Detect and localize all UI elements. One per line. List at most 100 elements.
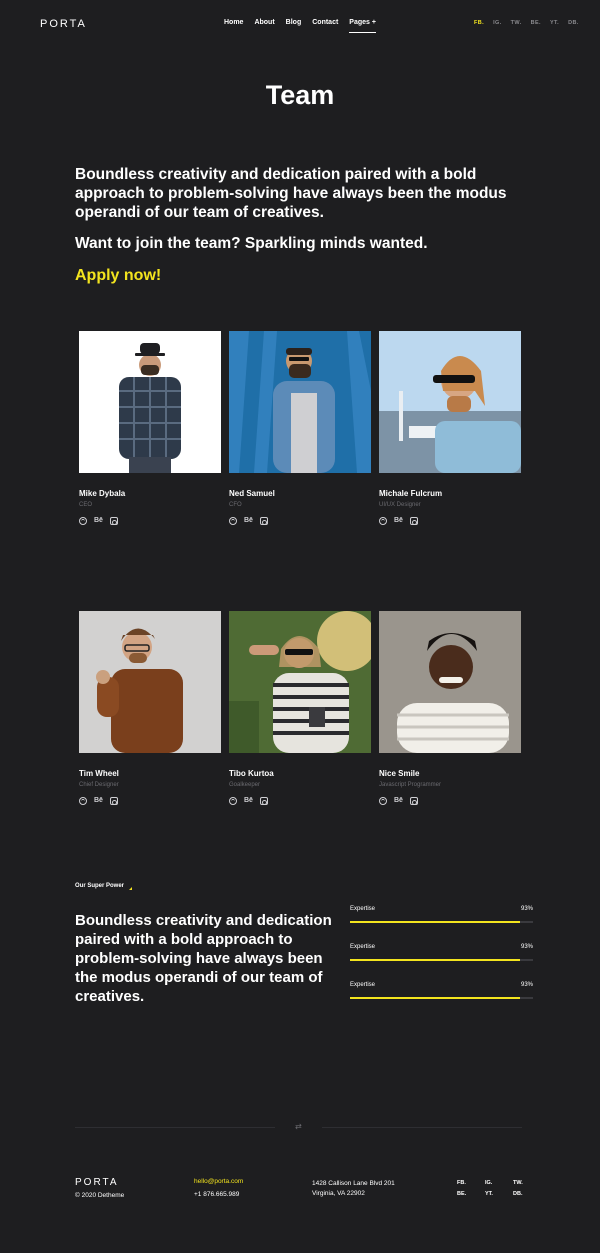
team-social: Bē [379, 797, 521, 805]
behance-icon[interactable]: Bē [394, 517, 403, 525]
footer-phone: +1 876.665.989 [194, 1191, 240, 1198]
skill-percent: 93% [520, 906, 533, 912]
footer-divider [322, 1127, 522, 1128]
team-name: Mike Dybala [79, 489, 126, 498]
superpower-text: Boundless creativity and dedication pair… [75, 912, 332, 1005]
instagram-icon[interactable] [259, 797, 268, 805]
superpower-label: Our Super Power [75, 883, 133, 890]
skill-track [350, 959, 533, 961]
footer-address: 1428 Callison Lane Blvd 201 Virginia, VA… [312, 1179, 395, 1199]
team-photo[interactable] [229, 331, 371, 473]
nav-pages-label: Pages [349, 19, 370, 26]
team-photo[interactable] [379, 331, 521, 473]
behance-icon[interactable]: Bē [244, 797, 253, 805]
team-role: CFO [229, 502, 242, 508]
instagram-icon[interactable] [409, 517, 418, 525]
skill-percent: 93% [520, 982, 533, 988]
skill-fill [350, 959, 521, 961]
social-db[interactable]: DB. [513, 1191, 533, 1197]
team-card: Ned Samuel CFO Bē [229, 331, 371, 525]
team-card: Tibo Kurtoa Goalkeeper Bē [229, 611, 371, 805]
footer-email[interactable]: hello@porta.com [194, 1178, 243, 1185]
team-name: Tim Wheel [79, 769, 119, 778]
social-tw[interactable]: TW. [513, 1180, 533, 1186]
team-role: Javascript Programmer [379, 782, 442, 788]
team-name: Nice Smile [379, 769, 420, 778]
social-yt[interactable]: YT. [550, 20, 559, 26]
skill-track [350, 997, 533, 999]
nav-blog[interactable]: Blog [286, 19, 302, 33]
social-be[interactable]: BE. [531, 20, 541, 26]
team-photo[interactable] [229, 611, 371, 753]
skill-label: Expertise [350, 906, 376, 912]
nav-about[interactable]: About [254, 19, 274, 33]
skill-bar: Expertise 93% [350, 944, 533, 982]
address-line: Virginia, VA 22902 [312, 1190, 365, 1197]
intro-text: Boundless creativity and dedication pair… [75, 166, 507, 221]
swap-icon: ⇄ [295, 1122, 302, 1131]
team-name: Michale Fulcrum [379, 489, 443, 498]
instagram-icon[interactable] [109, 797, 118, 805]
social-yt[interactable]: YT. [485, 1191, 513, 1197]
skill-bar: Expertise 93% [350, 982, 533, 1020]
skill-fill [350, 921, 521, 923]
site-header: PORTA Home About Blog Contact Pages + FB.… [0, 0, 600, 48]
footer-divider [75, 1127, 275, 1128]
team-photo[interactable] [379, 611, 521, 753]
team-role: Goalkeeper [229, 782, 261, 788]
team-photo[interactable] [79, 611, 221, 753]
dribbble-icon[interactable] [379, 797, 387, 805]
nav-home[interactable]: Home [224, 19, 243, 33]
dribbble-icon[interactable] [229, 517, 237, 525]
social-tw[interactable]: TW. [511, 20, 522, 26]
instagram-icon[interactable] [409, 797, 418, 805]
skill-percent: 93% [520, 944, 533, 950]
team-social: Bē [79, 797, 221, 805]
skill-label: Expertise [350, 982, 376, 988]
footer-logo[interactable]: PORTA [75, 1177, 119, 1188]
apply-link[interactable]: Apply now! [75, 267, 161, 285]
plus-icon: + [371, 19, 377, 26]
page-title: Team [265, 80, 335, 110]
behance-icon[interactable]: Bē [94, 517, 103, 525]
team-social: Bē [229, 517, 371, 525]
team-card: Nice Smile Javascript Programmer Bē [379, 611, 521, 805]
team-grid: Mike Dybala CEO Bē Ned Samuel CFO Bē Mic… [79, 331, 522, 805]
main-nav: Home About Blog Contact Pages + [224, 19, 377, 33]
social-ig[interactable]: IG. [485, 1180, 513, 1186]
logo[interactable]: PORTA [40, 18, 87, 30]
instagram-icon[interactable] [109, 517, 118, 525]
social-be[interactable]: BE. [457, 1191, 485, 1197]
team-photo[interactable] [79, 331, 221, 473]
social-ig[interactable]: IG. [493, 20, 502, 26]
team-card: Tim Wheel Chief Designer Bē [79, 611, 221, 805]
nav-contact[interactable]: Contact [312, 19, 338, 33]
social-db[interactable]: DB. [568, 20, 579, 26]
team-social: Bē [229, 797, 371, 805]
team-role: UI/UX Designer [379, 502, 421, 508]
behance-icon[interactable]: Bē [394, 797, 403, 805]
team-social: Bē [79, 517, 221, 525]
social-fb[interactable]: FB. [474, 20, 484, 26]
skill-bars: Expertise 93% Expertise 93% Expertise 93… [350, 906, 533, 1020]
behance-icon[interactable]: Bē [94, 797, 103, 805]
team-name: Tibo Kurtoa [229, 769, 274, 778]
skill-bar: Expertise 93% [350, 906, 533, 944]
dribbble-icon[interactable] [229, 797, 237, 805]
instagram-icon[interactable] [259, 517, 268, 525]
skill-fill [350, 997, 521, 999]
dribbble-icon[interactable] [79, 517, 87, 525]
address-line: 1428 Callison Lane Blvd 201 [312, 1180, 395, 1187]
behance-icon[interactable]: Bē [244, 517, 253, 525]
nav-pages[interactable]: Pages + [349, 19, 377, 33]
dribbble-icon[interactable] [79, 797, 87, 805]
team-card: Mike Dybala CEO Bē [79, 331, 221, 525]
footer-social: FB. IG. TW. BE. YT. DB. [457, 1180, 533, 1197]
social-fb[interactable]: FB. [457, 1180, 485, 1186]
team-social: Bē [379, 517, 521, 525]
join-text: Want to join the team? Sparkling minds w… [75, 235, 428, 252]
skill-track [350, 921, 533, 923]
dribbble-icon[interactable] [379, 517, 387, 525]
team-name: Ned Samuel [229, 489, 275, 498]
header-social: FB. IG. TW. BE. YT. DB. [474, 20, 579, 26]
